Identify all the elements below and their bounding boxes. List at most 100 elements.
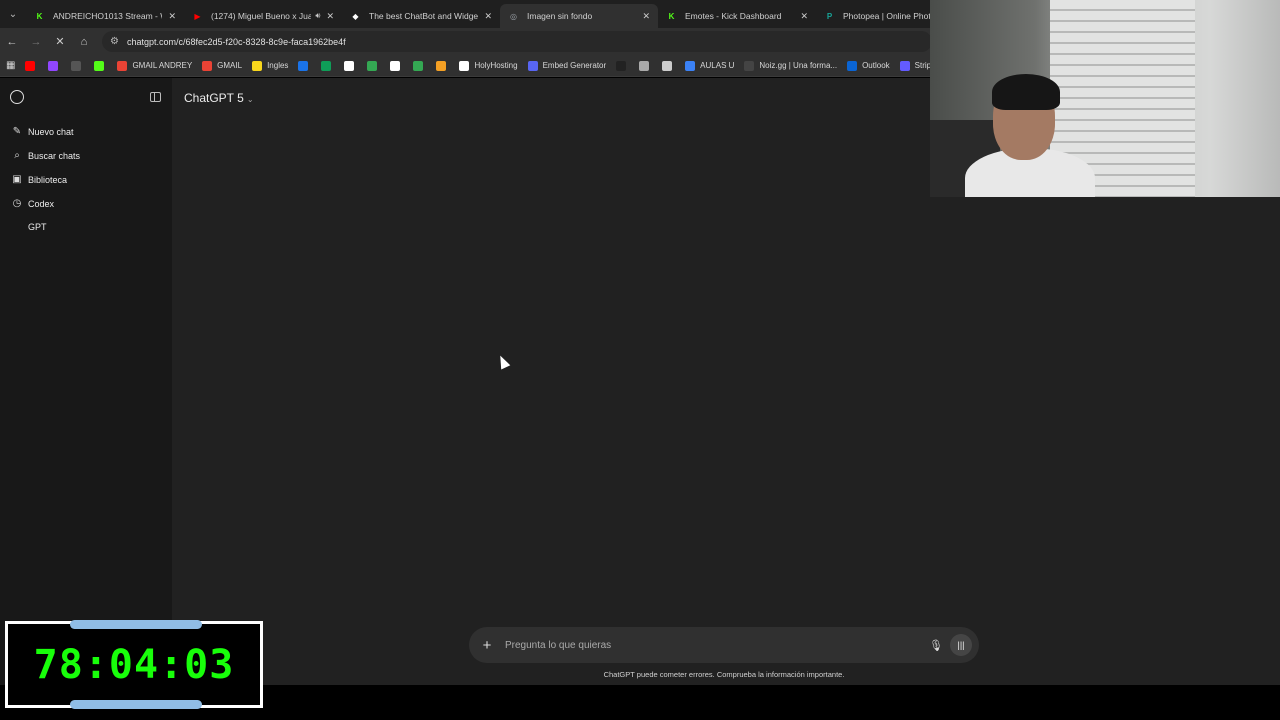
sidebar-item-search-chats[interactable]: ⌕ Buscar chats	[11, 150, 80, 161]
back-button[interactable]: ←	[0, 36, 24, 48]
bookmark-item[interactable]: HolyHosting	[459, 60, 518, 71]
timer-accent-bar	[70, 620, 202, 629]
forward-button[interactable]: →	[24, 36, 48, 48]
bookmark-item[interactable]: GMAIL ANDREY	[117, 60, 192, 71]
webcam-overlay	[930, 0, 1280, 197]
bookmark-label: GMAIL	[217, 61, 243, 70]
tab-favicon-icon: ▶	[194, 11, 201, 21]
timer-digits: 78:04:03	[33, 641, 235, 688]
sidebar-item-library[interactable]: ▣ Biblioteca	[11, 174, 67, 185]
bookmark-favicon-icon	[685, 60, 696, 71]
bookmark-item[interactable]	[25, 60, 40, 71]
bookmark-item[interactable]	[639, 60, 654, 71]
sidebar-item-label: Biblioteca	[28, 174, 68, 185]
bookmark-favicon-icon	[321, 60, 332, 71]
bookmark-label: Noiz.gg | Una forma...	[759, 61, 838, 70]
bookmark-favicon-icon	[25, 60, 36, 71]
url-text: chatgpt.com/c/68fec2d5-f20c-8328-8c9e-fa…	[126, 36, 346, 47]
tab-title: The best ChatBot and Widgets	[369, 11, 479, 21]
bookmark-item[interactable]: Noiz.gg | Una forma...	[744, 60, 838, 71]
sidebar-item-new-chat[interactable]: ✎ Nuevo chat	[11, 126, 74, 137]
search-icon: ⌕	[14, 150, 20, 161]
bookmark-item[interactable]	[616, 60, 631, 71]
bookmark-favicon-icon	[390, 60, 401, 71]
tab-search-button[interactable]: ⌄	[0, 0, 26, 28]
apps-icon[interactable]: ▦	[6, 60, 15, 71]
prompt-input[interactable]	[505, 639, 926, 651]
bookmark-favicon-icon	[202, 60, 213, 71]
bookmark-label: AULAS U	[700, 61, 735, 70]
timer-accent-bar	[70, 700, 202, 709]
close-tab-icon[interactable]: ✕	[642, 11, 650, 22]
sidebar: ✎ Nuevo chat ⌕ Buscar chats ▣ Biblioteca…	[0, 78, 172, 685]
sidebar-item-label: Codex	[28, 198, 55, 209]
bookmark-favicon-icon	[252, 60, 263, 71]
model-name: ChatGPT 5	[184, 91, 244, 105]
bookmark-item[interactable]	[436, 60, 451, 71]
bookmark-label: HolyHosting	[474, 61, 518, 70]
sidebar-item-label: GPT	[28, 222, 47, 232]
tab[interactable]: ◆ The best ChatBot and Widgets ✕	[342, 4, 500, 28]
tab-favicon-icon: K	[668, 11, 675, 21]
bookmark-item[interactable]	[321, 60, 336, 71]
tab[interactable]: ◎ Imagen sin fondo ✕	[500, 4, 658, 28]
bookmark-item[interactable]	[413, 60, 428, 71]
bookmark-favicon-icon	[413, 60, 424, 71]
bookmark-item[interactable]: Ingles	[252, 60, 288, 71]
close-tab-icon[interactable]: ✕	[800, 11, 808, 22]
tab[interactable]: ▶ (1274) Miguel Bueno x Juan 🔊︎ ✕	[184, 4, 342, 28]
library-icon: ▣	[12, 174, 22, 185]
tab-title: Imagen sin fondo	[527, 11, 593, 21]
speaker-icon[interactable]: 🔊︎	[315, 11, 320, 21]
bookmark-item[interactable]	[71, 60, 86, 71]
bookmark-item[interactable]: AULAS U	[685, 60, 735, 71]
bookmark-item[interactable]	[48, 60, 63, 71]
tab[interactable]: K ANDREICHO1013 Stream - Wa ✕	[26, 4, 184, 28]
bookmark-favicon-icon	[847, 60, 858, 71]
voice-mode-button[interactable]: |||	[950, 634, 972, 656]
bookmark-item[interactable]: Outlook	[847, 60, 890, 71]
bookmark-favicon-icon	[436, 60, 447, 71]
bookmark-favicon-icon	[744, 60, 755, 71]
microphone-button[interactable]: 🎙︎	[926, 639, 946, 652]
tab-favicon-icon: ◆	[352, 11, 359, 21]
bottom-band	[270, 685, 1280, 720]
bookmark-list: GMAIL ANDREY GMAIL Ingles HolyHosting Embed …	[25, 60, 957, 71]
bookmark-item[interactable]	[344, 60, 359, 71]
bookmark-item[interactable]	[662, 60, 677, 71]
edit-icon: ✎	[12, 126, 22, 137]
sidebar-item-label: Buscar chats	[28, 150, 81, 161]
bookmark-favicon-icon	[344, 60, 355, 71]
bookmark-item[interactable]: GMAIL	[202, 60, 243, 71]
sidebar-item-label: Nuevo chat	[28, 126, 74, 137]
add-attachment-button[interactable]: +	[469, 637, 505, 654]
stop-button[interactable]: ✕	[48, 35, 72, 48]
bookmark-favicon-icon	[71, 60, 82, 71]
bookmark-item[interactable]	[298, 60, 313, 71]
chatgpt-logo-icon[interactable]	[10, 90, 24, 104]
stream-timer: 78:04:03	[5, 620, 263, 709]
sidebar-item-gpt[interactable]: GPT	[28, 222, 47, 232]
close-tab-icon[interactable]: ✕	[168, 11, 176, 22]
tab-favicon-icon: ◎	[510, 11, 517, 21]
site-info-icon[interactable]: ⚙	[110, 36, 119, 47]
model-selector[interactable]: ChatGPT 5 ⌄	[184, 91, 254, 105]
close-tab-icon[interactable]: ✕	[326, 11, 334, 22]
collapse-sidebar-icon[interactable]	[150, 92, 161, 102]
close-tab-icon[interactable]: ✕	[484, 11, 492, 22]
bookmark-favicon-icon	[662, 60, 673, 71]
sidebar-item-codex[interactable]: ◷ Codex	[11, 198, 54, 209]
codex-icon: ◷	[12, 198, 22, 209]
bookmark-item[interactable]	[367, 60, 382, 71]
home-button[interactable]: ⌂	[72, 36, 96, 48]
bookmark-item[interactable]	[94, 60, 109, 71]
composer: + 🎙︎ |||	[469, 627, 979, 663]
bookmark-favicon-icon	[48, 60, 59, 71]
tab[interactable]: K Emotes - Kick Dashboard ✕	[658, 4, 816, 28]
bookmark-item[interactable]: Embed Generator	[527, 60, 606, 71]
streamer-hair	[992, 74, 1060, 110]
address-bar[interactable]: ⚙ chatgpt.com/c/68fec2d5-f20c-8328-8c9e-…	[102, 31, 932, 52]
tab-title: Emotes - Kick Dashboard	[685, 11, 782, 21]
chevron-down-icon: ⌄	[246, 95, 254, 104]
bookmark-item[interactable]	[390, 60, 405, 71]
